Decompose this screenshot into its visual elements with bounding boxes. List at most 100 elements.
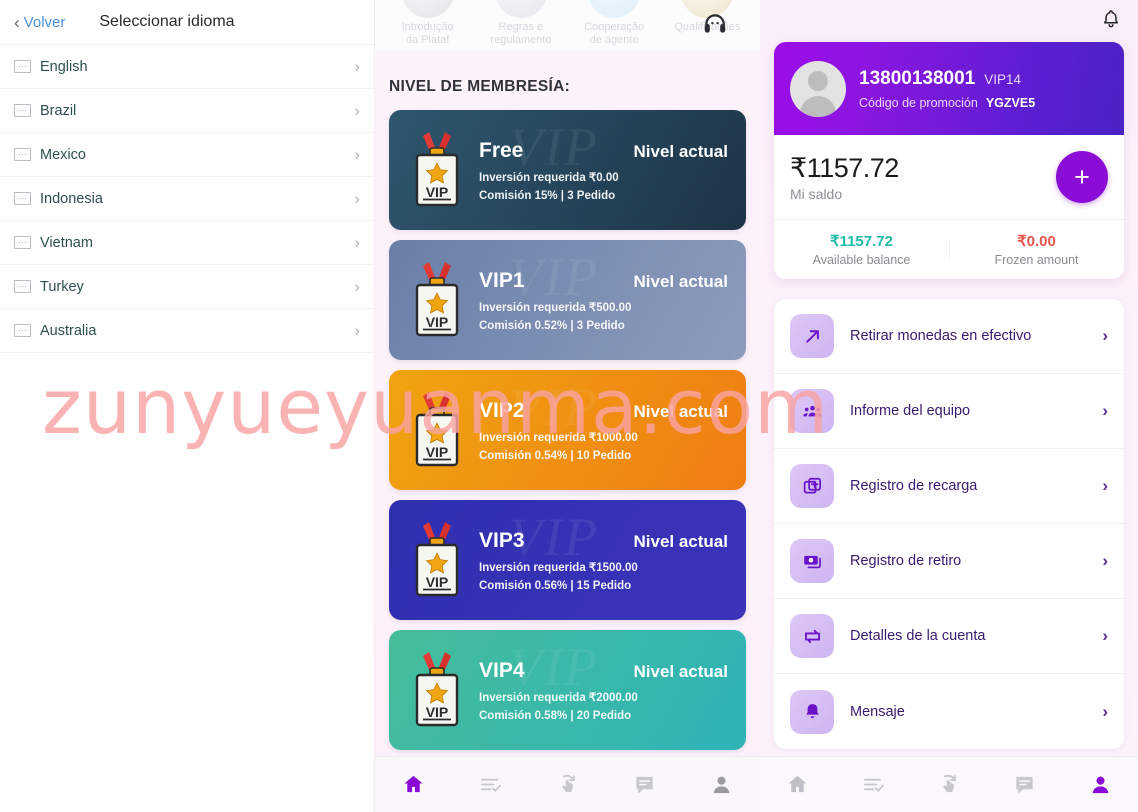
- nav-chat[interactable]: [987, 773, 1063, 796]
- language-row-australia[interactable]: Australia ›: [0, 309, 374, 353]
- chevron-left-icon: ‹: [14, 12, 20, 32]
- nav-profile[interactable]: [1062, 773, 1138, 796]
- nav-profile[interactable]: [683, 773, 760, 796]
- nav-tasks[interactable]: [836, 773, 912, 796]
- available-balance-amount: ₹1157.72: [830, 233, 893, 250]
- account-panel: 13800138001 VIP14 Código de promoción YG…: [760, 0, 1138, 812]
- menu-item-label: Retirar monedas en efectivo: [850, 328, 1032, 344]
- frozen-amount-block: ₹0.00 Frozen amount: [949, 232, 1124, 267]
- recharge-plus-card-icon: [790, 464, 834, 508]
- username: 13800138001: [859, 67, 976, 89]
- svg-text:VIP: VIP: [426, 574, 449, 590]
- sub-balances: ₹1157.72 Available balance ₹0.00 Frozen …: [774, 219, 1124, 279]
- shortcut-rules[interactable]: Regras e regulamento: [474, 0, 567, 50]
- default-user-avatar-icon[interactable]: [790, 60, 846, 117]
- vip-level-status: Nivel actual: [633, 661, 729, 681]
- chevron-right-icon: ›: [354, 188, 360, 208]
- language-header: ‹ Volver Seleccionar idioma: [0, 0, 374, 45]
- vip-level-name: VIP2: [479, 398, 525, 422]
- account-menu-list: Retirar monedas en efectivo › Informe de…: [774, 299, 1124, 749]
- language-row-indonesia[interactable]: Indonesia ›: [0, 177, 374, 221]
- menu-item-account-details[interactable]: Detalles de la cuenta ›: [774, 599, 1124, 674]
- shortcut-label-line2: regulamento: [490, 34, 552, 46]
- notification-bell-icon[interactable]: [1100, 8, 1122, 30]
- chevron-right-icon: ›: [1102, 626, 1108, 645]
- vip-card-vip4[interactable]: VIP VIP VIP4 Nivel actual Inversión requ…: [389, 630, 746, 750]
- shortcut-label-line2: da Plataf: [405, 34, 450, 46]
- chevron-right-icon: ›: [354, 232, 360, 252]
- vip-card-vip3[interactable]: VIP VIP VIP3 Nivel actual Inversión requ…: [389, 500, 746, 620]
- nav-swipe[interactable]: [529, 773, 606, 796]
- menu-item-message[interactable]: Mensaje ›: [774, 674, 1124, 749]
- shortcut-label-line1: Regras e: [498, 21, 544, 33]
- membership-level-panel: Introdução da Plataf Regras e regulament…: [375, 0, 760, 812]
- vip-level-name: VIP3: [479, 528, 525, 552]
- menu-item-label: Registro de recarga: [850, 478, 978, 494]
- silver-coin-icon: [401, 0, 454, 18]
- vip-card-vip1[interactable]: VIP VIP VIP1 Nivel actual Inversión requ…: [389, 240, 746, 360]
- profile-header: 13800138001 VIP14 Código de promoción YG…: [774, 42, 1124, 135]
- promo-code-value[interactable]: YGZVE5: [986, 96, 1035, 110]
- add-funds-button[interactable]: +: [1056, 151, 1108, 203]
- language-row-vietnam[interactable]: Vietnam ›: [0, 221, 374, 265]
- section-title: NIVEL DE MEMBRESÍA:: [389, 78, 571, 95]
- arrow-up-right-withdraw-icon: [790, 314, 834, 358]
- vip-card-free[interactable]: VIP VIP Free Nivel actual Inversión requ…: [389, 110, 746, 230]
- flag-placeholder-icon: [14, 148, 31, 161]
- vip-level-status: Nivel actual: [633, 531, 729, 551]
- nav-chat[interactable]: [606, 773, 683, 796]
- chevron-right-icon: ›: [354, 320, 360, 340]
- vip-commission: Comisión 0.58% | 20 Pedido: [479, 709, 632, 722]
- chevron-right-icon: ›: [354, 100, 360, 120]
- chevron-right-icon: ›: [354, 276, 360, 296]
- svg-text:VIP: VIP: [426, 314, 449, 330]
- menu-item-label: Registro de retiro: [850, 553, 962, 569]
- nav-tasks[interactable]: [452, 773, 529, 796]
- chevron-right-icon: ›: [1102, 701, 1108, 721]
- chevron-right-icon: ›: [354, 56, 360, 76]
- menu-item-team-report[interactable]: Informe del equipo ›: [774, 374, 1124, 449]
- menu-item-recharge-record[interactable]: Registro de recarga ›: [774, 449, 1124, 524]
- profile-balance-card: 13800138001 VIP14 Código de promoción YG…: [774, 42, 1124, 279]
- nav-home[interactable]: [375, 773, 452, 796]
- balance-row: ₹1157.72 Mi saldo +: [774, 135, 1124, 219]
- silver-coin-icon: [494, 0, 547, 18]
- language-row-turkey[interactable]: Turkey ›: [0, 265, 374, 309]
- available-balance-block: ₹1157.72 Available balance: [774, 232, 949, 267]
- flag-placeholder-icon: [14, 280, 31, 293]
- menu-item-label: Mensaje: [850, 703, 905, 720]
- language-row-mexico[interactable]: Mexico ›: [0, 133, 374, 177]
- vip-investment: Inversión requerida ₹500.00: [479, 301, 632, 314]
- language-label: Mexico: [40, 146, 86, 163]
- vip-investment: Inversión requerida ₹1500.00: [479, 561, 638, 574]
- vip-investment: Inversión requerida ₹2000.00: [479, 691, 638, 704]
- transfer-exchange-icon: [790, 614, 834, 658]
- bottom-navigation-right: [760, 756, 1138, 812]
- nav-swipe[interactable]: [911, 773, 987, 796]
- flag-placeholder-icon: [14, 324, 31, 337]
- chevron-right-icon: ›: [354, 144, 360, 164]
- language-row-english[interactable]: English ›: [0, 45, 374, 89]
- page-title: Seleccionar idioma: [99, 13, 235, 30]
- menu-item-withdraw[interactable]: Retirar monedas en efectivo ›: [774, 299, 1124, 374]
- svg-text:VIP: VIP: [426, 444, 449, 460]
- vip-commission: Comisión 0.54% | 10 Pedido: [479, 449, 632, 462]
- frozen-amount-value: ₹0.00: [1017, 233, 1056, 250]
- vip-badge: VIP14: [984, 71, 1022, 87]
- flag-placeholder-icon: [14, 104, 31, 117]
- back-label: Volver: [23, 13, 66, 31]
- vip-commission: Comisión 15% | 3 Pedido: [479, 189, 616, 202]
- promo-code-label: Código de promoción: [859, 95, 978, 110]
- menu-item-label: Informe del equipo: [850, 403, 971, 419]
- menu-item-withdraw-record[interactable]: Registro de retiro ›: [774, 524, 1124, 599]
- vip-medal-badge-icon: VIP: [403, 388, 471, 472]
- shortcut-platform-intro[interactable]: Introdução da Plataf: [381, 0, 474, 50]
- language-label: Australia: [40, 322, 97, 339]
- nav-home[interactable]: [760, 773, 836, 796]
- frozen-amount-label: Frozen amount: [994, 253, 1079, 267]
- shortcut-agent-cooperation[interactable]: Cooperação de agente: [568, 0, 661, 50]
- back-button[interactable]: ‹ Volver: [0, 14, 65, 31]
- headset-support-icon[interactable]: [702, 11, 728, 37]
- vip-card-vip2[interactable]: VIP VIP VIP2 Nivel actual Inversión requ…: [389, 370, 746, 490]
- language-row-brazil[interactable]: Brazil ›: [0, 89, 374, 133]
